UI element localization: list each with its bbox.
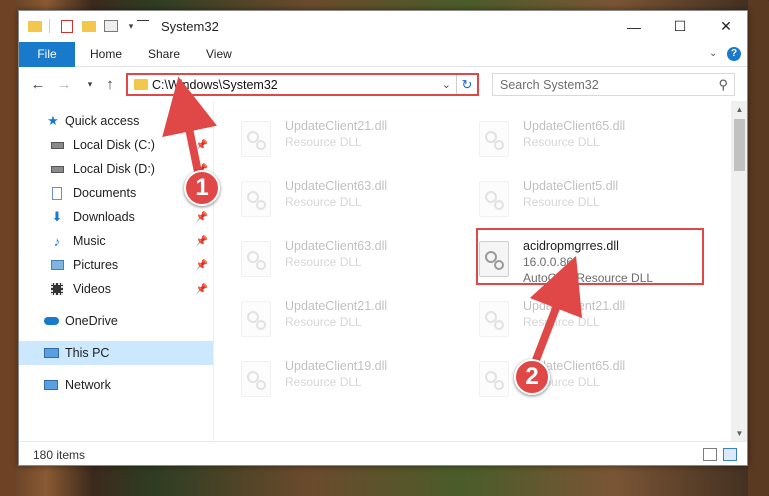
callout-badge-1: 1 (184, 170, 220, 206)
callout-badge-2: 2 (514, 359, 550, 395)
annotation-arrows (162, 76, 583, 362)
arrow-2 (529, 255, 583, 362)
arrow-1 (162, 76, 218, 173)
